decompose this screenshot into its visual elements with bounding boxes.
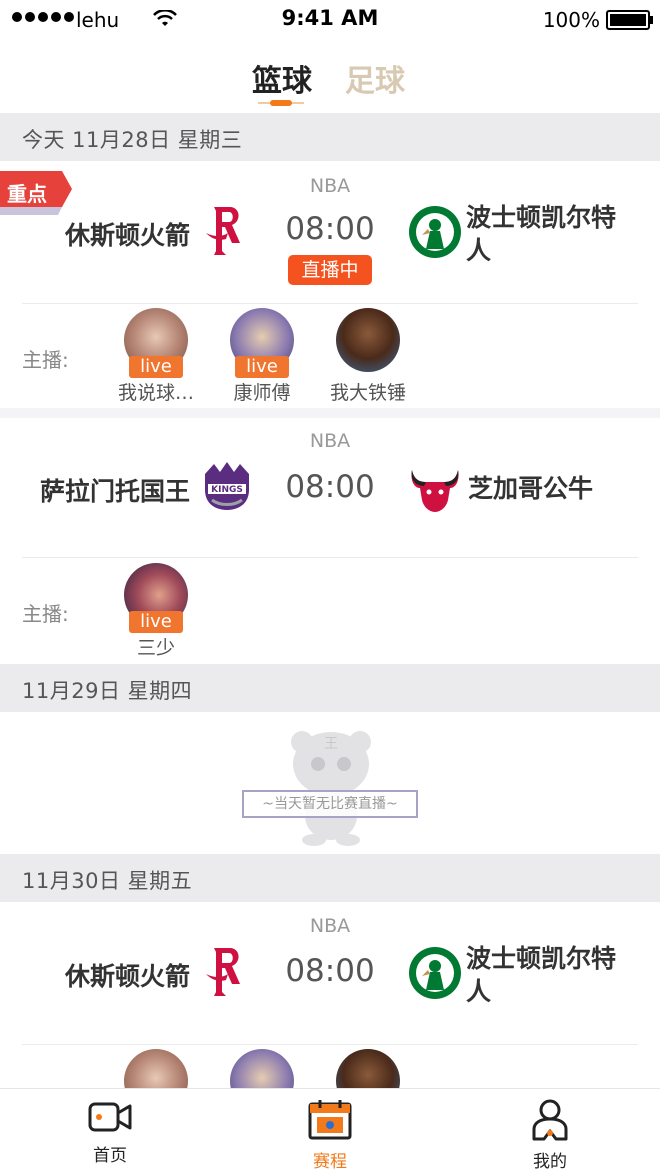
divider — [22, 303, 638, 304]
game-card[interactable]: NBA 休斯顿火箭 08:00 波士顿凯尔特人 — [0, 902, 660, 1088]
date-label: 11月29日 星期四 — [22, 679, 193, 703]
anchors-label: 主播: — [22, 348, 69, 372]
svg-text:王: 王 — [324, 736, 338, 752]
tab-schedule[interactable]: 赛程 — [270, 1099, 390, 1172]
anchor-item[interactable]: 我大铁锤 — [323, 308, 413, 405]
video-camera-icon — [88, 1102, 132, 1132]
active-tab-indicator — [258, 100, 304, 106]
bulls-logo-icon — [411, 470, 459, 512]
anchor-name: 我说球… — [117, 382, 194, 404]
game-card[interactable]: NBA 休斯顿火箭 08:00 直播中 波士顿凯尔特人 主播: live 我说球… — [0, 161, 660, 408]
divider — [22, 557, 638, 558]
away-team-name: 波士顿凯尔特人 — [466, 203, 617, 265]
celtics-logo-icon — [409, 206, 461, 258]
anchors-label: 主播: — [22, 602, 69, 626]
bottom-tab-bar: 首页 赛程 我的 — [0, 1088, 660, 1174]
date-label: 11月30日 星期五 — [22, 869, 193, 893]
anchor-avatar[interactable] — [230, 1049, 294, 1088]
live-status-badge: 直播中 — [288, 255, 372, 285]
empty-state: 王 ~当天暂无比赛直播~ — [0, 712, 660, 854]
tab-schedule-label: 赛程 — [313, 1152, 347, 1172]
league-label: NBA — [309, 175, 351, 197]
date-header-today: 今天 11月28日 星期三 — [0, 113, 660, 161]
live-tag: live — [235, 356, 289, 378]
anchor-item[interactable]: live 三少 — [111, 563, 201, 660]
divider — [22, 1044, 638, 1045]
anchor-item[interactable] — [323, 1049, 413, 1088]
anchor-avatar[interactable] — [336, 1049, 400, 1088]
date-label: 今天 11月28日 星期三 — [22, 128, 243, 152]
empty-message: ~当天暂无比赛直播~ — [242, 790, 418, 818]
live-tag: live — [129, 356, 183, 378]
tab-me[interactable]: 我的 — [490, 1099, 610, 1172]
anchor-item[interactable] — [217, 1049, 307, 1088]
tab-me-label: 我的 — [533, 1152, 567, 1172]
date-header: 11月30日 星期五 — [0, 854, 660, 902]
anchor-name: 我大铁锤 — [329, 382, 406, 404]
person-icon — [532, 1099, 568, 1141]
anchor-avatar[interactable]: live — [124, 563, 188, 633]
tab-basketball[interactable]: 篮球 — [252, 56, 312, 100]
league-label: NBA — [309, 430, 351, 452]
tab-home-label: 首页 — [93, 1146, 127, 1166]
away-team-name: 芝加哥公牛 — [468, 474, 594, 503]
battery-icon — [606, 10, 653, 30]
battery-percentage: 100% — [542, 8, 600, 32]
live-tag: live — [129, 611, 183, 633]
anchor-avatar[interactable]: live — [230, 308, 294, 378]
sport-tabs: 篮球 足球 — [0, 48, 660, 112]
anchor-item[interactable] — [111, 1049, 201, 1088]
anchor-avatar[interactable]: live — [124, 308, 188, 378]
tiger-mascot-icon: 王 — [291, 731, 371, 846]
featured-badge-text: 重点 — [7, 182, 47, 206]
calendar-icon — [308, 1100, 352, 1140]
away-team-name: 波士顿凯尔特人 — [466, 944, 617, 1006]
league-label: NBA — [309, 915, 351, 937]
game-card[interactable]: NBA 萨拉门托国王 KINGS 08:00 芝加哥公牛 主播: live 三少 — [0, 418, 660, 663]
anchor-avatar[interactable] — [336, 308, 400, 372]
anchor-name: 三少 — [136, 637, 175, 659]
card-separator — [0, 408, 660, 418]
anchor-name: 康师傅 — [233, 382, 291, 404]
tab-football[interactable]: 足球 — [345, 56, 405, 100]
date-header: 11月29日 星期四 — [0, 664, 660, 712]
anchor-item[interactable]: live 我说球… — [111, 308, 201, 405]
anchor-item[interactable]: live 康师傅 — [217, 308, 307, 405]
anchor-avatar[interactable] — [124, 1049, 188, 1088]
status-bar: lehu 9:41 AM 100% — [0, 0, 660, 36]
celtics-logo-icon — [409, 947, 461, 999]
tab-home[interactable]: 首页 — [50, 1099, 170, 1166]
